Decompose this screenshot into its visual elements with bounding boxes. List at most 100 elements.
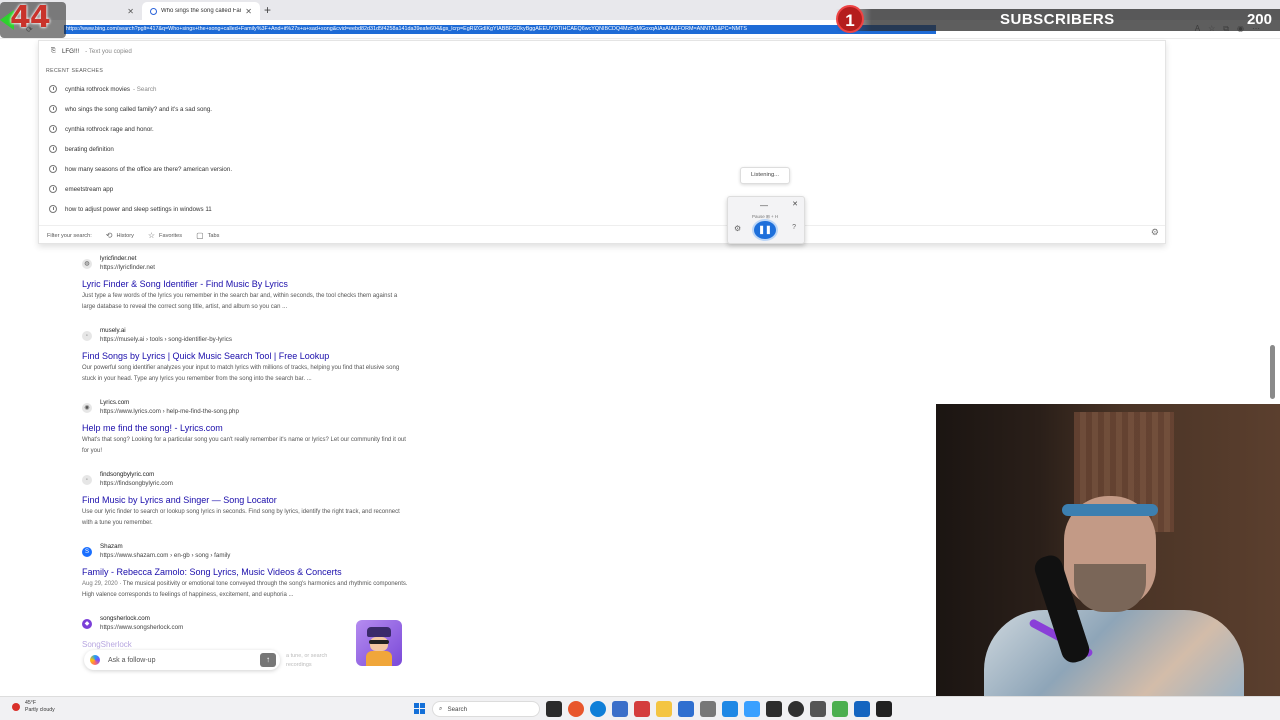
result-site-name: lyricfinder.net [100, 255, 137, 262]
filter-favorites-button[interactable]: ☆ Favorites [148, 231, 182, 240]
history-clock-icon [49, 165, 57, 173]
recent-search-text: how many seasons of the office are there… [65, 165, 233, 173]
taskbar-apps [546, 701, 892, 717]
webcam-feed [936, 404, 1280, 696]
result-site-name: Lyrics.com [100, 399, 130, 406]
recent-search-item[interactable]: berating definition [49, 139, 749, 159]
subscribers-count: 200 [1246, 11, 1272, 28]
result-title-link[interactable]: Help me find the song! - Lyrics.com [82, 422, 412, 434]
close-icon[interactable]: ✕ [792, 200, 798, 208]
search-result: ◍ lyricfinder.net https://lyricfinder.ne… [82, 255, 412, 313]
result-snippet: Our powerful song identifier analyzes yo… [82, 365, 400, 382]
app-icon[interactable] [810, 701, 826, 717]
onedrive-icon[interactable] [744, 701, 760, 717]
app-icon[interactable] [854, 701, 870, 717]
filter-favorites-label: Favorites [159, 232, 183, 239]
new-tab-plus-icon[interactable]: + [264, 3, 271, 17]
result-source[interactable]: ◦ findsongbylyric.com https://findsongby… [82, 471, 412, 488]
copilot-icon [90, 655, 100, 665]
help-icon[interactable]: ? [792, 224, 796, 231]
history-clock-icon [49, 185, 57, 193]
app-icon[interactable] [678, 701, 694, 717]
taskbar-search[interactable]: ⌕ Search [432, 701, 540, 717]
recent-search-text: cynthia rothrock movies [65, 85, 130, 93]
result-source[interactable]: S Shazam https://www.shazam.com › en-gb … [82, 543, 412, 560]
recent-search-item[interactable]: how many seasons of the office are there… [49, 159, 749, 179]
history-clock-icon [49, 125, 57, 133]
result-title-link[interactable]: Family - Rebecca Zamolo: Song Lyrics, Mu… [82, 566, 412, 578]
search-favicon-icon [150, 7, 157, 15]
result-source[interactable]: ◦ musely.ai https://musely.ai › tools › … [82, 327, 412, 344]
subscribers-badge: 1 [836, 5, 864, 33]
copied-text-sub: - Text you copied [85, 47, 132, 55]
app-icon[interactable] [634, 701, 650, 717]
result-title-link[interactable]: Lyric Finder & Song Identifier - Find Mu… [82, 278, 412, 290]
app-icon[interactable] [876, 701, 892, 717]
recent-search-text: berating definition [65, 145, 114, 153]
recent-searches-list: cynthia rothrock movies - Search who sin… [49, 79, 749, 219]
result-site-name: songsherlock.com [100, 615, 150, 622]
filter-history-button[interactable]: ⟲ History [106, 231, 134, 240]
result-source[interactable]: ◉ Lyrics.com https://www.lyrics.com › he… [82, 399, 412, 416]
tab-current[interactable]: Who sings the song called Family ✕ [142, 2, 260, 20]
result-title-link[interactable]: Find Songs by Lyrics | Quick Music Searc… [82, 350, 412, 362]
app-icon[interactable] [612, 701, 628, 717]
filter-label: Filter your search: [47, 232, 92, 239]
settings-gear-icon[interactable]: ⚙ [734, 224, 741, 233]
screen: ✕ Who sings the song called Family ✕ + ⟳… [0, 0, 1280, 720]
windows-start-icon[interactable] [414, 703, 425, 714]
weather-icon [12, 703, 20, 711]
microphone-pause-button[interactable]: ❚❚ [754, 221, 776, 239]
app-icon[interactable] [722, 701, 738, 717]
recent-search-item[interactable]: emeetstream app [49, 179, 749, 199]
page-scrollbar[interactable] [1270, 345, 1275, 399]
close-icon[interactable]: ✕ [245, 7, 252, 16]
send-arrow-icon[interactable]: ↑ [260, 653, 276, 667]
weather-desc: Partly cloudy [25, 707, 55, 713]
close-icon[interactable]: ✕ [127, 7, 134, 16]
ask-follow-up-box[interactable]: Ask a follow-up ↑ [84, 650, 280, 670]
result-snippet: Aug 29, 2020 · The musical positivity or… [82, 579, 412, 601]
settings-icon[interactable] [700, 701, 716, 717]
obs-icon[interactable] [788, 701, 804, 717]
recent-search-item[interactable]: how to adjust power and sleep settings i… [49, 199, 749, 219]
result-title-link[interactable]: Find Music by Lyrics and Singer — Song L… [82, 494, 412, 506]
site-logo-icon: ◦ [82, 331, 92, 341]
follow-up-placeholder: Ask a follow-up [108, 656, 156, 664]
faded-line-2: recordings [286, 662, 312, 668]
stream-counter-overlay: 44 [0, 0, 70, 40]
settings-gear-icon[interactable]: ⚙ [1151, 227, 1159, 238]
voice-hint: Pause ⊞ + H [752, 214, 779, 219]
result-url: https://www.lyrics.com › help-me-find-th… [100, 408, 239, 415]
file-explorer-icon[interactable] [656, 701, 672, 717]
edge-icon[interactable] [590, 701, 606, 717]
songsherlock-faded-text: a tune, or search recordings [286, 652, 327, 670]
weather-widget[interactable]: 45°F Partly cloudy [12, 700, 55, 714]
task-view-icon[interactable] [546, 701, 562, 717]
result-source[interactable]: ◍ lyricfinder.net https://lyricfinder.ne… [82, 255, 412, 272]
result-url: https://www.shazam.com › en-gb › song › … [100, 552, 231, 559]
history-clock-icon [49, 105, 57, 113]
url-input[interactable]: https://www.bing.com/search?pglt=417&q=W… [64, 25, 936, 34]
songsherlock-detective-image[interactable] [356, 620, 402, 666]
app-icon[interactable] [832, 701, 848, 717]
app-icon[interactable] [766, 701, 782, 717]
history-clock-icon [49, 85, 57, 93]
filter-tabs-button[interactable]: ▢ Tabs [196, 231, 219, 240]
copied-text-suggestion[interactable]: ⎘ LFG!!! - Text you copied [51, 47, 132, 55]
recent-search-item[interactable]: cynthia rothrock movies - Search [49, 79, 749, 99]
recent-searches-heading: RECENT SEARCHES [46, 68, 104, 74]
search-result: ◦ musely.ai https://musely.ai › tools › … [82, 327, 412, 385]
result-date: Aug 29, 2020 [82, 581, 118, 587]
recent-search-text: how to adjust power and sleep settings i… [65, 205, 212, 213]
site-logo-icon: ◦ [82, 475, 92, 485]
result-url: https://findsongbylyric.com [100, 480, 173, 487]
subscribers-overlay: 1 SUBSCRIBERS 200 [836, 5, 1280, 35]
recent-search-item[interactable]: cynthia rothrock rage and honor. [49, 119, 749, 139]
result-url: https://musely.ai › tools › song-identif… [100, 336, 232, 343]
recent-search-item[interactable]: who sings the song called family? and it… [49, 99, 749, 119]
firefox-icon[interactable] [568, 701, 584, 717]
minimize-icon[interactable]: — [760, 201, 768, 210]
tab-previous[interactable]: ✕ [62, 2, 142, 20]
detective-body [366, 651, 392, 666]
